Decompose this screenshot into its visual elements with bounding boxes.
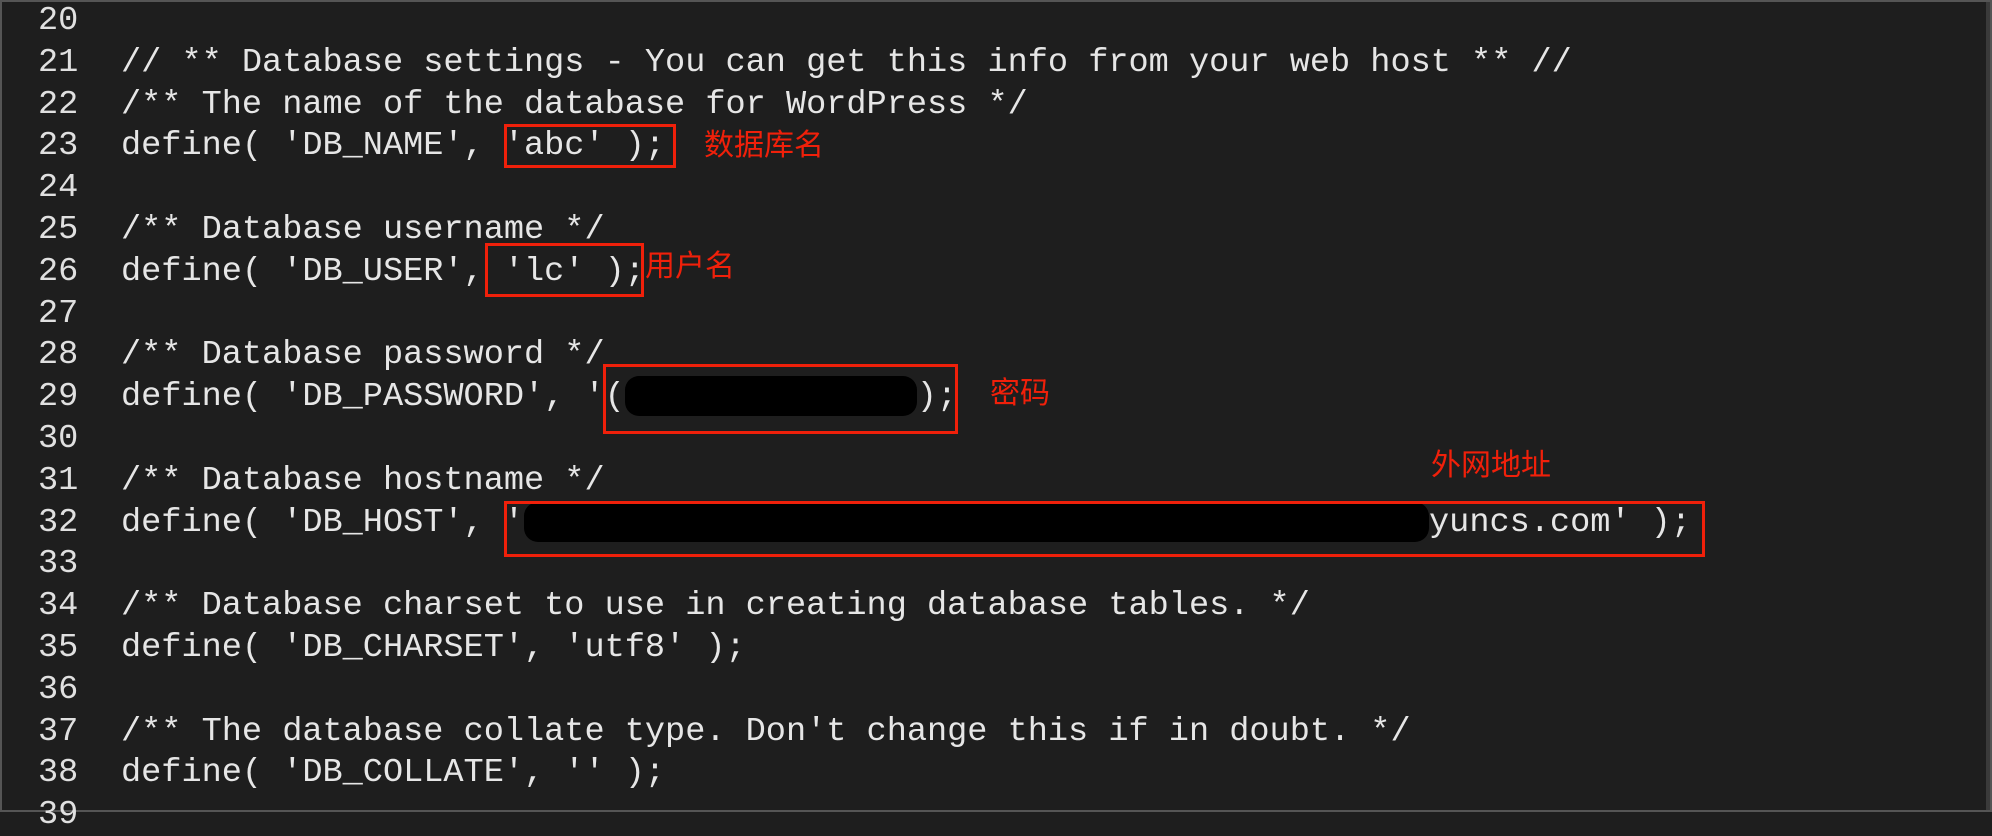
line-number: 35 [38,629,79,667]
line-code: /** The database collate type. Don't cha… [121,711,1411,753]
line-number: 24 [38,169,79,208]
line-number: 31 [38,461,79,500]
annotation-db-name: 数据库名 [704,128,824,163]
code-text: /** The database collate type. Don't cha… [121,712,1411,751]
code-text: define( 'DB_HOST', ' [121,503,525,542]
line-number: 32 [38,503,79,542]
annotation-db-user: 用户名 [645,249,735,284]
line-number: 27 [38,294,79,333]
line-code: /** Database hostname */ [121,460,605,502]
line-number: 38 [38,754,79,793]
line-code: // ** Database settings - You can get th… [121,42,1572,84]
code-text: define( 'DB_PASSWORD', '( [121,378,625,417]
line-number: 39 [38,796,79,835]
line-number: 28 [38,336,79,375]
line-number: 20 [38,2,79,40]
highlight-db-host [504,501,1705,557]
code-text: define( 'DB_COLLATE', '' ); [121,754,666,793]
line-number: 37 [38,712,79,751]
line-number: 36 [38,670,79,709]
annotation-db-password: 密码 [990,376,1050,411]
highlight-db-password [603,364,958,434]
code-text: /** Database charset to use in creating … [121,587,1310,626]
line-code: /** The name of the database for WordPre… [121,84,1028,126]
line-number: 29 [38,378,79,417]
code-text: /** The name of the database for WordPre… [121,85,1028,124]
line-code: /** Database charset to use in creating … [121,585,1310,627]
line-number: 21 [38,43,79,82]
code-text: /** Database password */ [121,336,605,375]
line-number: 26 [38,252,79,291]
line-code: define( 'DB_COLLATE', '' ); [121,752,665,794]
line-code: /** Database password */ [121,334,605,376]
highlight-db-user [485,243,644,297]
line-number: 34 [38,587,79,626]
annotation-db-host: 外网地址 [1431,448,1551,483]
code-text: define( 'DB_CHARSET', 'utf8' ); [121,629,746,667]
line-number: 25 [38,211,79,249]
line-number: 23 [38,127,79,166]
line-code: define( 'DB_CHARSET', 'utf8' ); [121,627,746,669]
line-number: 30 [38,420,79,458]
highlight-db-name [504,124,676,168]
line-number: 22 [38,85,79,124]
code-editor: { "editor": { "lines": [ {"num": "20", "… [0,0,1992,834]
code-text: /** Database hostname */ [121,461,605,500]
code-text: // ** Database settings - You can get th… [121,43,1572,82]
line-number: 33 [38,545,79,584]
scrollbar[interactable] [1986,2,1990,810]
